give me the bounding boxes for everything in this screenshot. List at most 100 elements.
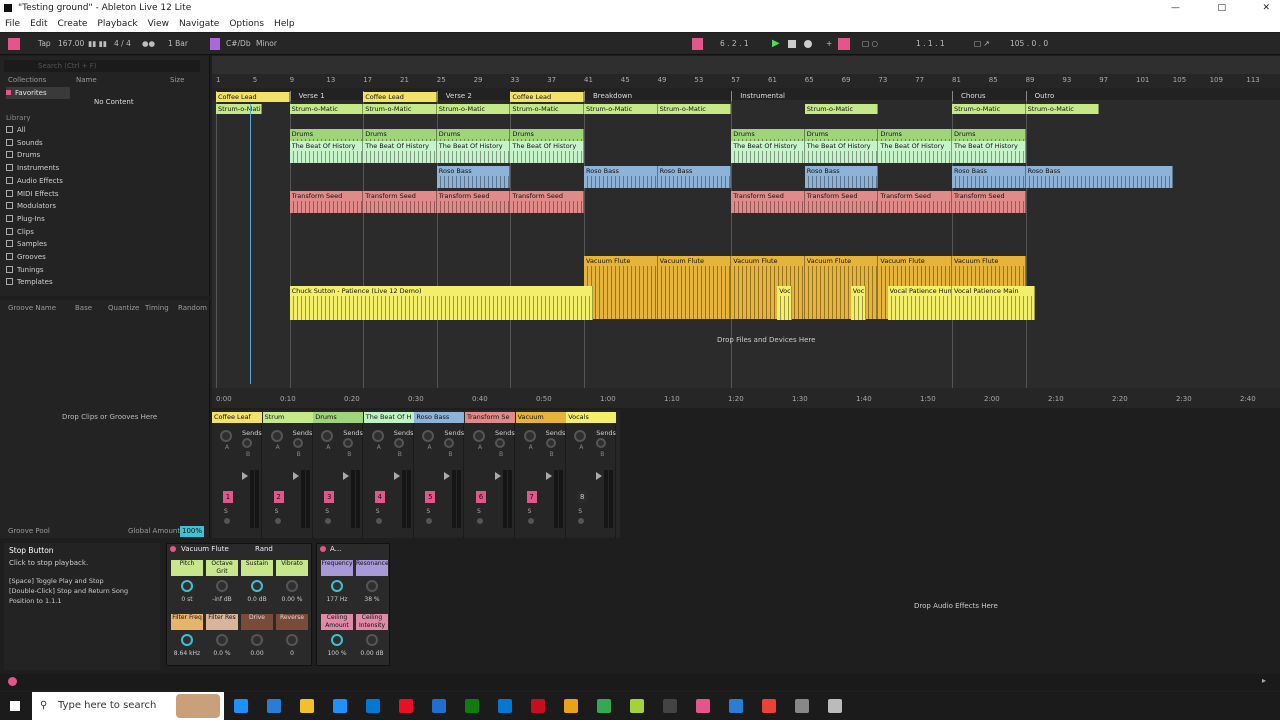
taskbar-app-icon[interactable] xyxy=(663,699,677,713)
sidebar-item-clips[interactable]: Clips xyxy=(6,226,34,238)
track-activator-button[interactable]: 5 xyxy=(425,491,436,503)
clip-transform[interactable]: Transform Seed xyxy=(804,191,879,213)
clip-strum[interactable]: Strum-o-Matic xyxy=(363,104,437,114)
pan-knob[interactable] xyxy=(422,430,435,442)
rand-button[interactable]: Rand xyxy=(255,545,273,553)
macro-vibrato[interactable]: Vibrato xyxy=(276,560,308,576)
clip-bass[interactable]: Roso Bass xyxy=(584,166,658,188)
macro-drive[interactable]: Drive xyxy=(241,614,273,630)
pan-knob[interactable] xyxy=(270,430,283,442)
track-activator-button[interactable]: 4 xyxy=(374,491,385,503)
name-column-header[interactable]: Name xyxy=(76,75,97,86)
groove-random-header[interactable]: Random xyxy=(178,303,207,314)
maximize-icon[interactable]: □ xyxy=(1217,0,1226,16)
minimize-icon[interactable]: — xyxy=(1171,0,1180,16)
track-activator-button[interactable]: 3 xyxy=(324,491,335,503)
menu-file[interactable]: File xyxy=(0,16,25,32)
menu-view[interactable]: View xyxy=(143,16,174,32)
clip-transform[interactable]: Transform Seed xyxy=(878,191,952,213)
clip-bass[interactable]: Roso Bass xyxy=(657,166,732,188)
clip-beat[interactable]: The Beat Of History xyxy=(731,141,805,163)
groove-timing-header[interactable]: Timing xyxy=(145,303,169,314)
clip-strum-short[interactable]: Strum-o-Matic xyxy=(216,104,262,114)
send-b-knob[interactable] xyxy=(444,438,455,448)
clip-beat[interactable]: The Beat Of History xyxy=(878,141,952,163)
track-activator-button[interactable]: 2 xyxy=(273,491,284,503)
close-icon[interactable]: ✕ xyxy=(1262,0,1270,16)
taskbar-app-icon[interactable] xyxy=(531,699,545,713)
sidebar-item-samples[interactable]: Samples xyxy=(6,238,47,250)
windows-start-icon[interactable] xyxy=(10,701,20,711)
clip-strum[interactable]: Strum-o-Matic xyxy=(1025,104,1100,114)
follow-icon[interactable] xyxy=(692,38,703,50)
macro-knob[interactable] xyxy=(331,580,343,592)
clip-beat[interactable]: The Beat Of History xyxy=(436,141,511,163)
clip-strum[interactable]: Strum-o-Matic xyxy=(510,104,584,114)
macro-frequency[interactable]: Frequency xyxy=(321,560,353,576)
send-b-knob[interactable] xyxy=(495,438,505,448)
macro-reverse[interactable]: Reverse xyxy=(276,614,308,630)
clip-transform[interactable]: Transform Seed xyxy=(952,191,1026,213)
metronome-icon[interactable]: ●● xyxy=(142,38,155,50)
taskbar-app-icon[interactable] xyxy=(300,699,314,713)
macro-knob[interactable] xyxy=(286,634,298,646)
clip-flute[interactable]: Vacuum Flute xyxy=(657,256,732,319)
macro-filter-freq[interactable]: Filter Freq xyxy=(171,614,203,630)
clip-transform[interactable]: Transform Seed xyxy=(289,191,364,213)
clip-beat[interactable]: The Beat Of History xyxy=(952,141,1026,163)
sidebar-item-all[interactable]: All xyxy=(6,124,26,136)
sidebar-item-plug-ins[interactable]: Plug-Ins xyxy=(6,213,45,225)
stop-icon[interactable] xyxy=(788,40,796,48)
clip-transform[interactable]: Transform Seed xyxy=(436,191,511,213)
fader-handle-icon[interactable] xyxy=(444,472,451,480)
send-b-knob[interactable] xyxy=(292,438,303,448)
macro-octave-grit[interactable]: Octave Grit xyxy=(206,560,238,576)
locator-breakdown[interactable]: Breakdown xyxy=(584,91,632,101)
time-signature-field[interactable]: 4 / 4 xyxy=(114,38,131,50)
arm-button[interactable] xyxy=(375,518,382,524)
taskbar-app-icon[interactable] xyxy=(234,699,248,713)
macro-filter-res[interactable]: Filter Res xyxy=(206,614,238,630)
pan-knob[interactable] xyxy=(321,430,334,442)
loop-start-field[interactable]: 1 . 1 . 1 xyxy=(916,38,945,50)
clip-strum[interactable]: Strum-o-Matic xyxy=(584,104,658,114)
taskbar-app-icon[interactable] xyxy=(432,699,446,713)
clip-bass[interactable]: Roso Bass xyxy=(1025,166,1173,188)
clip-beat[interactable]: The Beat Of History xyxy=(804,141,879,163)
pan-knob[interactable] xyxy=(371,430,384,442)
locator-verse-1[interactable]: Verse 1 xyxy=(289,91,325,101)
macro-ceiling-intensity[interactable]: Ceiling Intensity xyxy=(356,614,388,630)
fader-handle-icon[interactable] xyxy=(393,472,400,480)
track-name[interactable]: Coffee Leaf xyxy=(212,412,262,423)
fader-handle-icon[interactable] xyxy=(596,472,603,480)
taskbar-app-icon[interactable] xyxy=(564,699,578,713)
sidebar-item-templates[interactable]: Templates xyxy=(6,276,53,288)
arrangement-drop-area[interactable]: Drop Files and Devices Here xyxy=(717,336,815,344)
clip-transform[interactable]: Transform Seed xyxy=(363,191,437,213)
send-b-knob[interactable] xyxy=(242,438,252,448)
track-activator-button[interactable]: 7 xyxy=(526,491,537,503)
track-activator-button[interactable]: 8 xyxy=(577,491,588,503)
solo-button[interactable]: S xyxy=(376,508,380,515)
song-position-field[interactable]: 6 . 2 . 1 xyxy=(720,38,749,50)
macro-knob[interactable] xyxy=(216,634,228,646)
macro-resonance[interactable]: Resonance xyxy=(356,560,389,576)
sidebar-item-sounds[interactable]: Sounds xyxy=(6,137,43,149)
tap-tempo-button[interactable]: Tap xyxy=(38,38,51,50)
send-b-knob[interactable] xyxy=(393,438,404,448)
macro-knob[interactable] xyxy=(366,634,378,646)
locator-instrumental[interactable]: Instrumental xyxy=(731,91,785,101)
loop-length-field[interactable]: 105 . 0 . 0 xyxy=(1010,38,1048,50)
beat-ruler[interactable] xyxy=(212,74,1280,88)
clip-beat[interactable]: The Beat Of History xyxy=(363,141,437,163)
capture-icon[interactable]: □ ○ xyxy=(862,38,878,50)
send-b-knob[interactable] xyxy=(343,438,354,448)
browser-search-input[interactable]: Search (Ctrl + F) xyxy=(4,60,200,72)
macro-pitch[interactable]: Pitch xyxy=(171,560,203,576)
track-name[interactable]: Vacuum xyxy=(515,412,566,423)
clip-flute[interactable]: Vacuum Flute xyxy=(731,256,805,319)
clip-voc-short[interactable]: Voc xyxy=(777,286,792,320)
clip-vocal-main[interactable]: Vocal Patience Main xyxy=(952,286,1035,320)
sidebar-item-favorites[interactable]: Favorites xyxy=(6,87,70,99)
sidebar-item-instruments[interactable]: Instruments xyxy=(6,162,59,174)
